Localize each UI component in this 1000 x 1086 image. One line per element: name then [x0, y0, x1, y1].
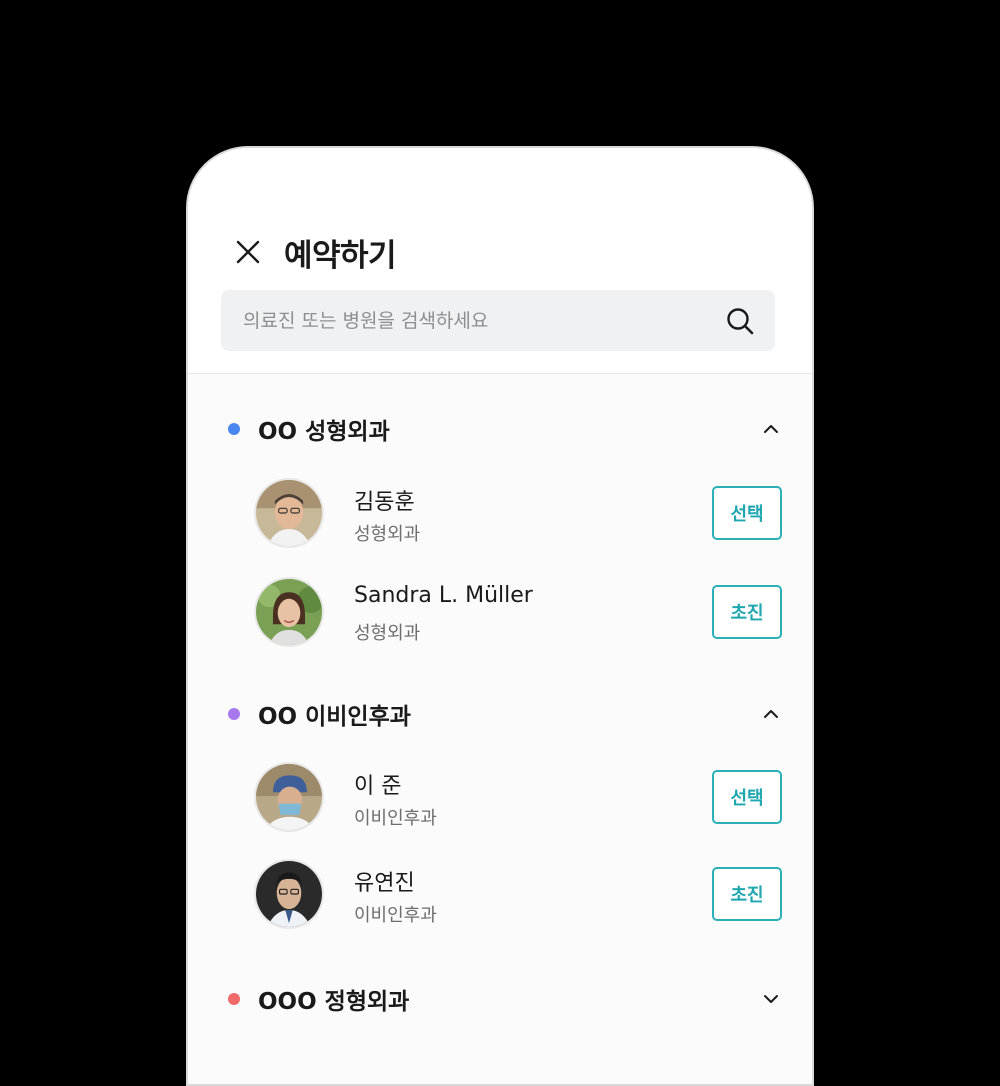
chevron-up-icon[interactable]: [762, 420, 780, 438]
doctor-row: 이 준 이비인후과 선택: [188, 762, 812, 834]
section-header[interactable]: OOO 정형외과: [188, 978, 812, 1018]
chevron-up-icon[interactable]: [762, 705, 780, 723]
doctor-name: 이 준: [354, 774, 402, 799]
header: 예약하기: [188, 148, 812, 374]
avatar: [254, 478, 324, 548]
search-bar: [221, 290, 775, 351]
doctor-department: 성형외과: [354, 524, 421, 545]
avatar: [254, 859, 324, 929]
doctor-row: Sandra L. Müller 성형외과 초진: [188, 577, 812, 649]
doctor-department: 이비인후과: [354, 808, 437, 829]
section-header[interactable]: OO 성형외과: [188, 408, 812, 448]
search-input[interactable]: [243, 290, 713, 351]
doctor-name: 유연진: [354, 871, 415, 896]
page-title: 예약하기: [284, 238, 397, 274]
first-visit-button[interactable]: 초진: [712, 867, 782, 921]
search-icon: [727, 308, 754, 335]
chevron-down-icon[interactable]: [762, 990, 780, 1008]
section-dot: [228, 708, 240, 720]
phone-frame: 예약하기 OO 성형외과: [186, 146, 814, 1086]
doctor-row: 유연진 이비인후과 초진: [188, 859, 812, 931]
section-dot: [228, 423, 240, 435]
close-button[interactable]: [234, 238, 262, 266]
section-title: OOO 정형외과: [258, 989, 410, 1015]
doctor-department: 이비인후과: [354, 905, 437, 926]
avatar: [254, 762, 324, 832]
section-dot: [228, 993, 240, 1005]
doctor-name: 김동훈: [354, 490, 415, 515]
first-visit-button[interactable]: 초진: [712, 585, 782, 639]
close-icon: [236, 240, 260, 264]
search-button[interactable]: [725, 306, 755, 336]
doctor-name: Sandra L. Müller: [354, 583, 533, 608]
select-button[interactable]: 선택: [712, 770, 782, 824]
doctor-row: 김동훈 성형외과 선택: [188, 478, 812, 550]
section-title: OO 성형외과: [258, 419, 390, 445]
doctor-department: 성형외과: [354, 623, 421, 644]
select-button[interactable]: 선택: [712, 486, 782, 540]
section-title: OO 이비인후과: [258, 704, 411, 730]
avatar: [254, 577, 324, 647]
section-header[interactable]: OO 이비인후과: [188, 693, 812, 733]
